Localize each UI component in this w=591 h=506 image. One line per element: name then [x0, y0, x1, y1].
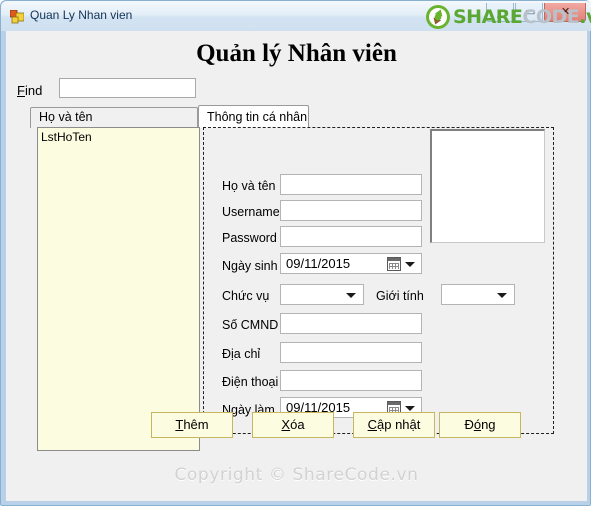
label-so-cmnd: Số CMND — [222, 318, 279, 332]
close-button[interactable]: ✕ — [544, 3, 586, 22]
input-dien-thoai[interactable] — [280, 370, 422, 391]
combo-gioi-tinh[interactable] — [441, 284, 515, 305]
employee-photo-box[interactable] — [430, 129, 545, 243]
close-icon: ✕ — [561, 6, 571, 18]
minimize-icon: – — [497, 11, 504, 23]
page-title: Quản lý Nhân viên — [196, 40, 397, 67]
update-button-accel: C — [367, 417, 377, 432]
input-username[interactable] — [280, 200, 422, 221]
close-form-button-pre: Đ — [464, 417, 474, 432]
input-dia-chi[interactable] — [280, 342, 422, 363]
delete-button-accel: X — [281, 417, 291, 432]
delete-button-label: óa — [290, 417, 305, 432]
label-username: Username — [222, 205, 280, 219]
label-dien-thoai: Điện thoại — [222, 375, 279, 389]
combo-chuc-vu[interactable] — [280, 284, 364, 305]
find-label: Find — [17, 83, 42, 98]
search-input[interactable] — [59, 78, 196, 98]
maximize-button[interactable]: ▭ — [515, 3, 543, 22]
employee-name-listbox[interactable]: LstHoTen — [37, 127, 200, 451]
label-dia-chi: Địa chỉ — [222, 347, 261, 361]
tab-thong-tin-ca-nhan-label: Thông tin cá nhân — [207, 110, 308, 124]
window-title: Quan Ly Nhan vien — [30, 8, 133, 22]
chevron-down-icon[interactable] — [346, 293, 356, 298]
close-form-button[interactable]: Đóng — [439, 412, 521, 438]
chevron-down-icon[interactable] — [405, 262, 415, 267]
label-chuc-vu: Chức vụ — [222, 289, 270, 303]
label-ho-va-ten: Họ và tên — [222, 179, 276, 193]
update-button-label: ập nhật — [377, 417, 421, 432]
add-button-label: hêm — [183, 417, 209, 432]
list-item[interactable]: LstHoTen — [38, 128, 199, 144]
copyright-watermark: Copyright © ShareCode.vn — [174, 465, 419, 485]
find-accel-char: F — [17, 83, 25, 98]
chevron-down-icon[interactable] — [405, 406, 415, 411]
input-password[interactable] — [280, 226, 422, 247]
label-ngay-sinh: Ngày sinh — [222, 259, 278, 273]
maximize-icon: ▭ — [525, 6, 536, 18]
label-password: Password — [222, 231, 277, 245]
title-bar: Quan Ly Nhan vien – ▭ ✕ — [1, 1, 591, 31]
tab-ho-va-ten-label: Họ và tên — [39, 110, 93, 124]
minimize-button[interactable]: – — [486, 3, 514, 23]
close-form-button-label: ng — [481, 417, 496, 432]
tab-thong-tin-ca-nhan[interactable]: Thông tin cá nhân — [198, 105, 309, 128]
find-label-rest: ind — [24, 83, 43, 98]
input-ho-va-ten[interactable] — [280, 174, 422, 195]
add-button[interactable]: Thêm — [151, 412, 233, 438]
datepicker-ngay-sinh[interactable]: 09/11/2015 — [280, 253, 422, 274]
close-form-button-accel: ó — [473, 417, 482, 432]
application-window: Quan Ly Nhan vien – ▭ ✕ SHARECODE.vn Quả… — [0, 0, 591, 506]
delete-button[interactable]: Xóa — [252, 412, 334, 438]
label-gioi-tinh: Giới tính — [376, 289, 424, 303]
input-so-cmnd[interactable] — [280, 313, 422, 334]
app-icon — [10, 10, 24, 24]
calendar-icon — [387, 257, 401, 271]
chevron-down-icon[interactable] — [497, 293, 507, 298]
update-button[interactable]: Cập nhật — [353, 412, 435, 438]
tab-ho-va-ten[interactable]: Họ và tên — [30, 107, 198, 128]
datepicker-ngay-sinh-value: 09/11/2015 — [286, 256, 351, 271]
form-client-area: Quản lý Nhân viên Find Họ và tên Thông t… — [6, 31, 587, 501]
